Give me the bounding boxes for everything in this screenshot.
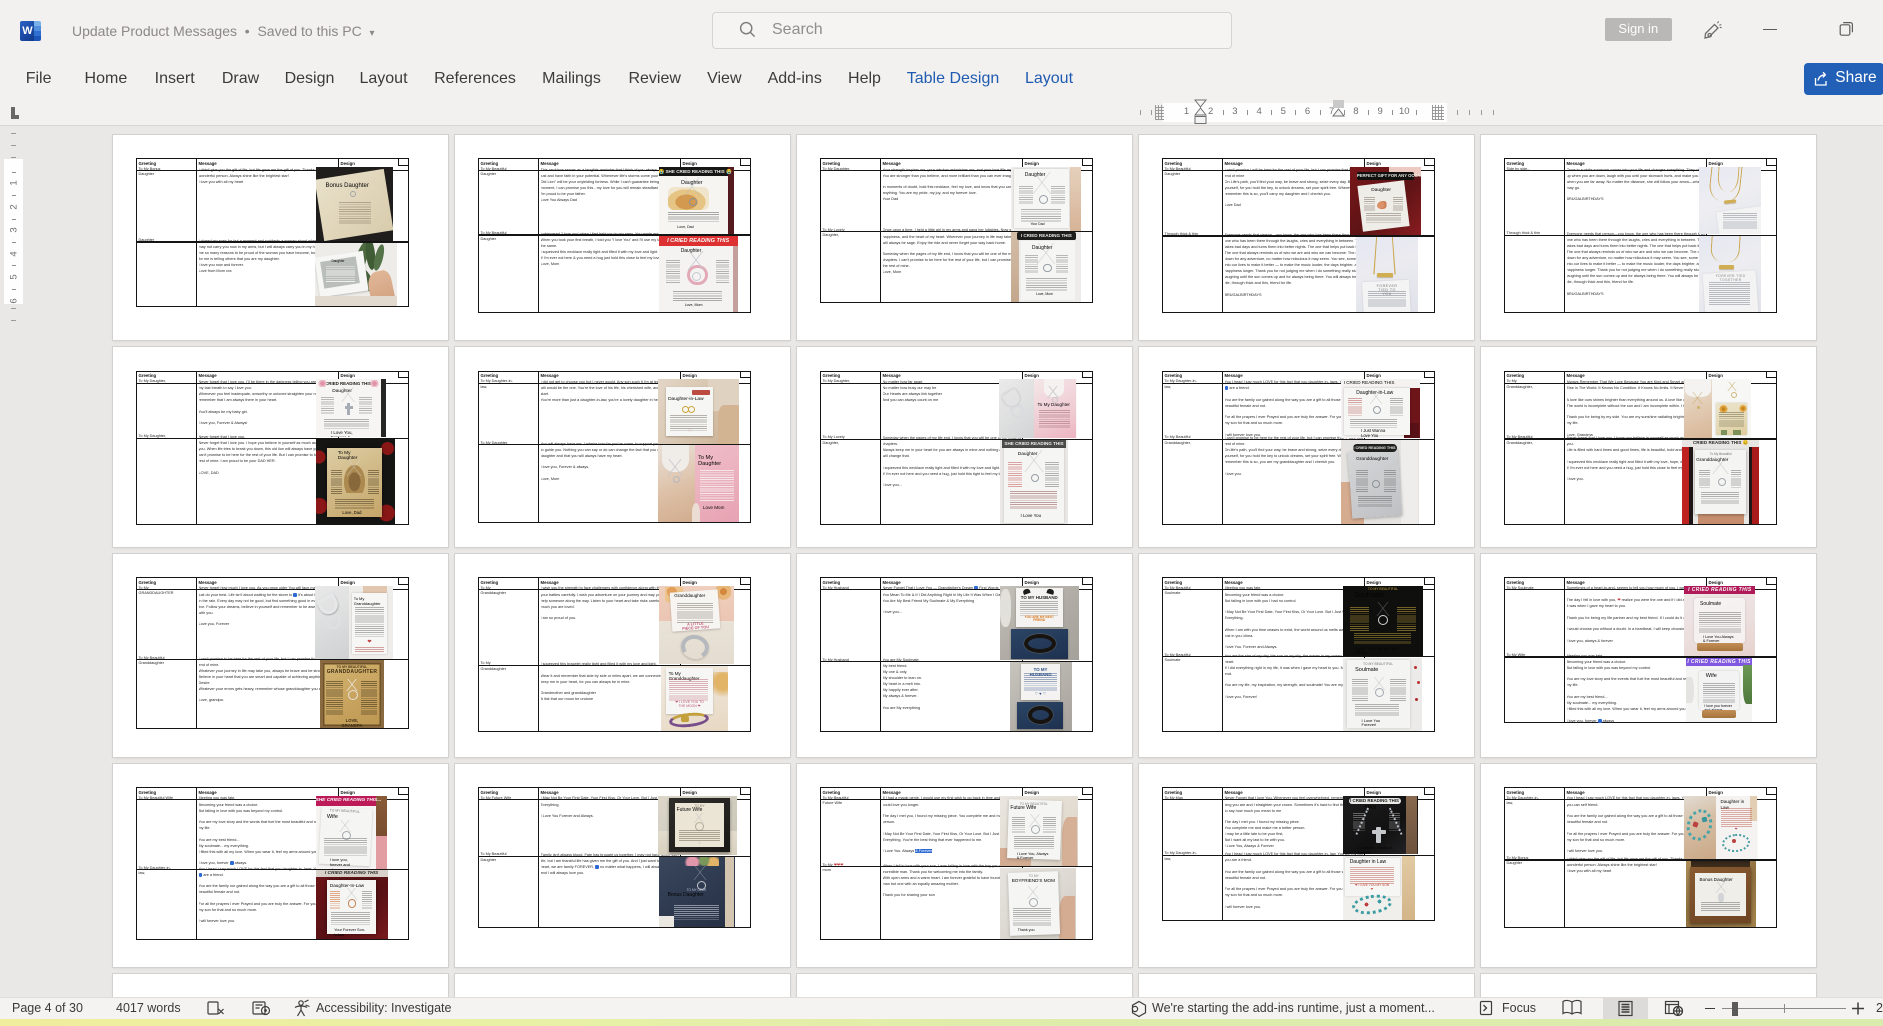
svg-text:_: _ bbox=[1487, 1008, 1492, 1015]
